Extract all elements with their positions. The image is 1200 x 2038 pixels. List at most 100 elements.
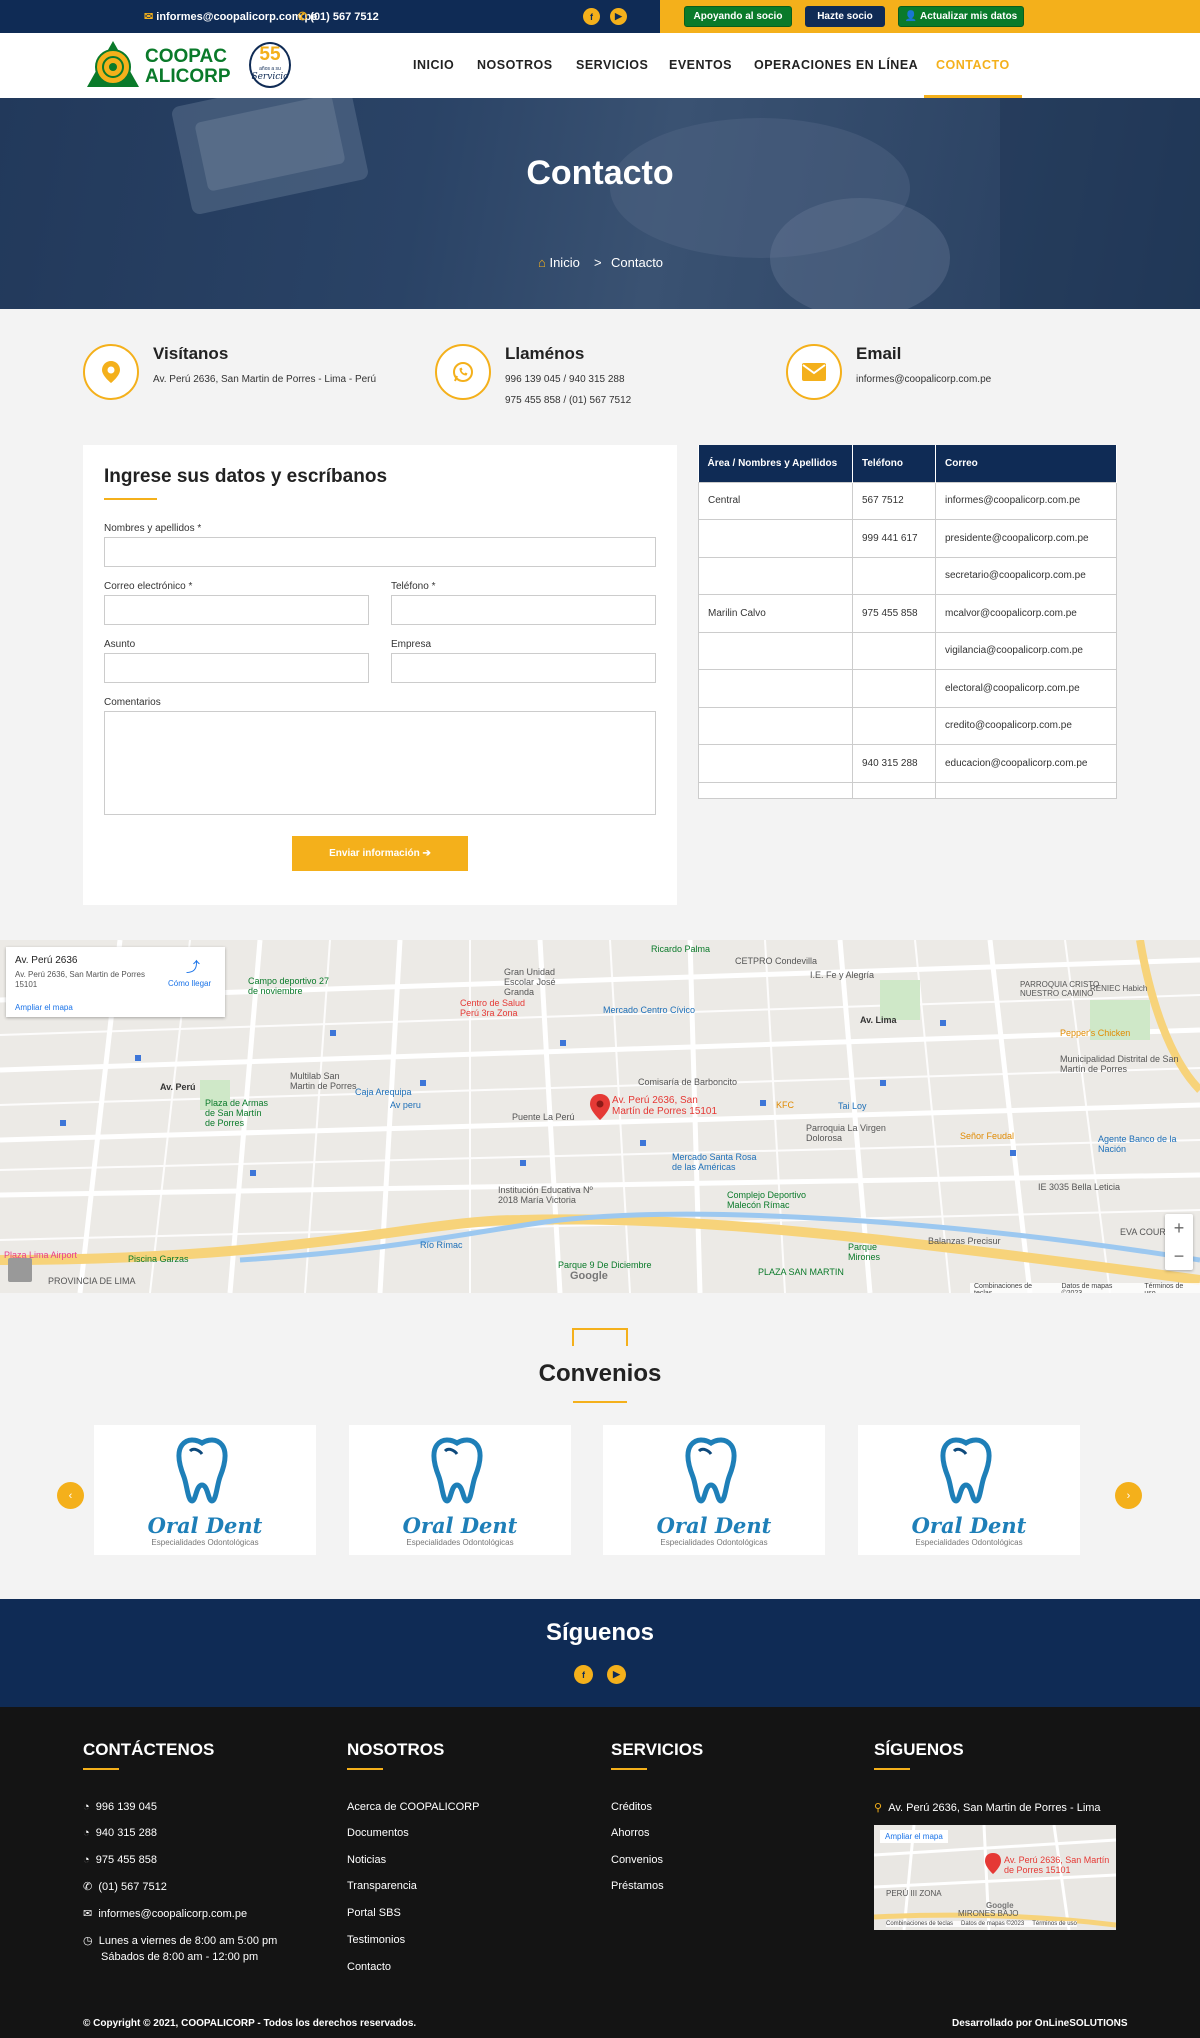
- convenio-card[interactable]: Oral Dent Especialidades Odontológicas: [349, 1425, 571, 1555]
- name-input[interactable]: [104, 537, 656, 567]
- developer-credit[interactable]: Desarrollado por OnLineSOLUTIONS: [952, 2018, 1128, 2029]
- footer-link-transparencia[interactable]: Transparencia: [347, 1880, 417, 1892]
- phone-input[interactable]: [391, 595, 656, 625]
- streetview-pegman-icon[interactable]: [8, 1258, 32, 1282]
- company-input[interactable]: [391, 653, 656, 683]
- footer-link-testimonios[interactable]: Testimonios: [347, 1934, 405, 1946]
- cell-email[interactable]: presidente@coopalicorp.com.pe: [935, 519, 1117, 558]
- directions-icon[interactable]: ⤴: [186, 957, 200, 977]
- zoom-in-button[interactable]: +: [1165, 1214, 1193, 1242]
- logo-emblem-icon: [87, 41, 139, 87]
- footer-link-documentos[interactable]: Documentos: [347, 1827, 409, 1839]
- cell-email[interactable]: informes@coopalicorp.com.pe: [935, 481, 1117, 520]
- topbar-actions: Apoyando al socio Hazte socio 👤 Actualiz…: [660, 0, 1200, 33]
- form-title-underline: [104, 498, 157, 500]
- footer-contact-title: CONTÁCTENOS: [83, 1740, 215, 1759]
- hazte-socio-button[interactable]: Hazte socio: [805, 6, 885, 27]
- facebook-icon[interactable]: f: [574, 1665, 593, 1684]
- nav-eventos[interactable]: EVENTOS: [669, 58, 732, 72]
- carousel-prev-button[interactable]: ‹: [57, 1482, 84, 1509]
- zoom-out-button[interactable]: −: [1165, 1242, 1193, 1270]
- convenios-underline: [573, 1401, 627, 1403]
- google-logo: Google: [570, 1270, 608, 1282]
- footer-phone-1[interactable]: ◔ 996 139 045: [83, 1801, 157, 1813]
- topbar-email[interactable]: ✉ informes@coopalicorp.com.pe: [144, 10, 317, 23]
- col-area: Área / Nombres y Apellidos: [698, 445, 853, 482]
- call-title: Llaménos: [505, 344, 585, 363]
- topbar-phone[interactable]: ✆ (01) 567 7512: [298, 10, 379, 23]
- subject-input[interactable]: [104, 653, 369, 683]
- mini-map-enlarge-link[interactable]: Ampliar el mapa: [880, 1830, 948, 1843]
- map-info-card: Av. Perú 2636 Av. Perú 2636, San Martin …: [6, 947, 225, 1017]
- nav-servicios[interactable]: SERVICIOS: [576, 58, 648, 72]
- nav-operaciones[interactable]: OPERACIONES EN LÍNEA: [754, 58, 918, 72]
- map-label: Balanzas Precisur: [928, 1236, 1001, 1246]
- map-footer: Combinaciones de teclasDatos de mapas ©2…: [970, 1283, 1200, 1293]
- comments-textarea[interactable]: [104, 711, 656, 815]
- nav-contacto[interactable]: CONTACTO: [936, 58, 1010, 72]
- footer-email[interactable]: ✉ informes@coopalicorp.com.pe: [83, 1907, 247, 1920]
- cell-email[interactable]: electoral@coopalicorp.com.pe: [935, 669, 1117, 708]
- map-label: Río Rímac: [420, 1240, 463, 1250]
- convenio-card[interactable]: Oral Dent Especialidades Odontológicas: [858, 1425, 1080, 1555]
- comments-label: Comentarios: [104, 697, 161, 708]
- email-input[interactable]: [104, 595, 369, 625]
- whatsapp-icon: ◔: [83, 1854, 90, 1866]
- google-map[interactable]: Av. Perú 2636, San Martín de Porres 1510…: [0, 940, 1200, 1293]
- cell-phone: 975 455 858: [852, 594, 936, 633]
- convenio-card[interactable]: Oral Dent Especialidades Odontológicas: [603, 1425, 825, 1555]
- site-logo[interactable]: COOPAC ALICORP 55 años a su Servicio: [85, 39, 291, 93]
- cell-email[interactable]: mcalvor@coopalicorp.com.pe: [935, 594, 1117, 633]
- map-label: Pepper's Chicken: [1060, 1028, 1131, 1038]
- cell-area: [698, 669, 853, 708]
- map-label: Ricardo Palma: [651, 944, 711, 954]
- submit-button[interactable]: Enviar información ➔: [292, 836, 468, 871]
- footer-mini-map[interactable]: Ampliar el mapa Av. Perú 2636, San Martí…: [874, 1825, 1116, 1930]
- col-phone: Teléfono: [852, 445, 936, 482]
- footer-phone-4[interactable]: ✆ (01) 567 7512: [83, 1880, 167, 1893]
- footer-link-contacto[interactable]: Contacto: [347, 1961, 391, 1973]
- footer-title-underline: [611, 1768, 647, 1770]
- nav-nosotros[interactable]: NOSOTROS: [477, 58, 553, 72]
- nav-inicio[interactable]: INICIO: [413, 58, 454, 72]
- cell-email[interactable]: educacion@coopalicorp.com.pe: [935, 744, 1117, 783]
- email-title: Email: [856, 344, 902, 363]
- footer-link-noticias[interactable]: Noticias: [347, 1854, 386, 1866]
- map-directions-link[interactable]: Cómo llegar: [168, 979, 211, 988]
- facebook-icon[interactable]: f: [583, 8, 600, 25]
- cell-phone: [852, 781, 936, 799]
- map-zoom-controls: + −: [1165, 1214, 1193, 1270]
- breadcrumb-home[interactable]: ⌂ Inicio: [538, 255, 580, 270]
- footer-link-prestamos[interactable]: Préstamos: [611, 1880, 664, 1892]
- name-label: Nombres y apellidos *: [104, 523, 202, 534]
- footer-link-acerca[interactable]: Acerca de COOPALICORP: [347, 1801, 479, 1813]
- footer-link-ahorros[interactable]: Ahorros: [611, 1827, 650, 1839]
- actualizar-datos-button[interactable]: 👤 Actualizar mis datos: [898, 6, 1024, 27]
- map-shortcuts-link[interactable]: Combinaciones de teclas: [974, 1283, 1051, 1293]
- footer-phone-3[interactable]: ◔ 975 455 858: [83, 1854, 157, 1866]
- cell-email[interactable]: secretario@coopalicorp.com.pe: [935, 556, 1117, 595]
- anniversary-badge: 55 años a su Servicio: [249, 42, 291, 88]
- map-terms-link[interactable]: Términos de uso: [1144, 1283, 1196, 1293]
- map-label: Caja Arequipa: [355, 1087, 412, 1097]
- footer-phone-2[interactable]: ◔ 940 315 288: [83, 1827, 157, 1839]
- map-enlarge-link[interactable]: Ampliar el mapa: [15, 1003, 73, 1012]
- cell-email[interactable]: vigilancia@coopalicorp.com.pe: [935, 631, 1117, 670]
- carousel-next-button[interactable]: ›: [1115, 1482, 1142, 1509]
- logo-text: COOPAC ALICORP: [145, 46, 231, 87]
- footer-link-creditos[interactable]: Créditos: [611, 1801, 652, 1813]
- convenio-card[interactable]: Oral Dent Especialidades Odontológicas: [94, 1425, 316, 1555]
- map-label: Comisaría de Barboncito: [638, 1077, 738, 1087]
- youtube-icon[interactable]: ▶: [607, 1665, 626, 1684]
- cell-email[interactable]: credito@coopalicorp.com.pe: [935, 706, 1117, 745]
- map-label: Parque 9 De Diciembre: [558, 1260, 652, 1270]
- youtube-icon[interactable]: ▶: [610, 8, 627, 25]
- apoyando-socio-button[interactable]: Apoyando al socio: [684, 6, 792, 27]
- footer-link-convenios[interactable]: Convenios: [611, 1854, 663, 1866]
- map-label: Señor Feudal: [960, 1131, 1015, 1141]
- map-label: PLAZA SAN MARTIN: [758, 1267, 844, 1277]
- email-label: Correo electrónico *: [104, 581, 193, 592]
- footer-link-sbs[interactable]: Portal SBS: [347, 1907, 401, 1919]
- convenio-brand: Oral Dent: [402, 1513, 518, 1538]
- map-pin-label: Av. Perú 2636, San Martín de Porres 1510…: [612, 1095, 718, 1117]
